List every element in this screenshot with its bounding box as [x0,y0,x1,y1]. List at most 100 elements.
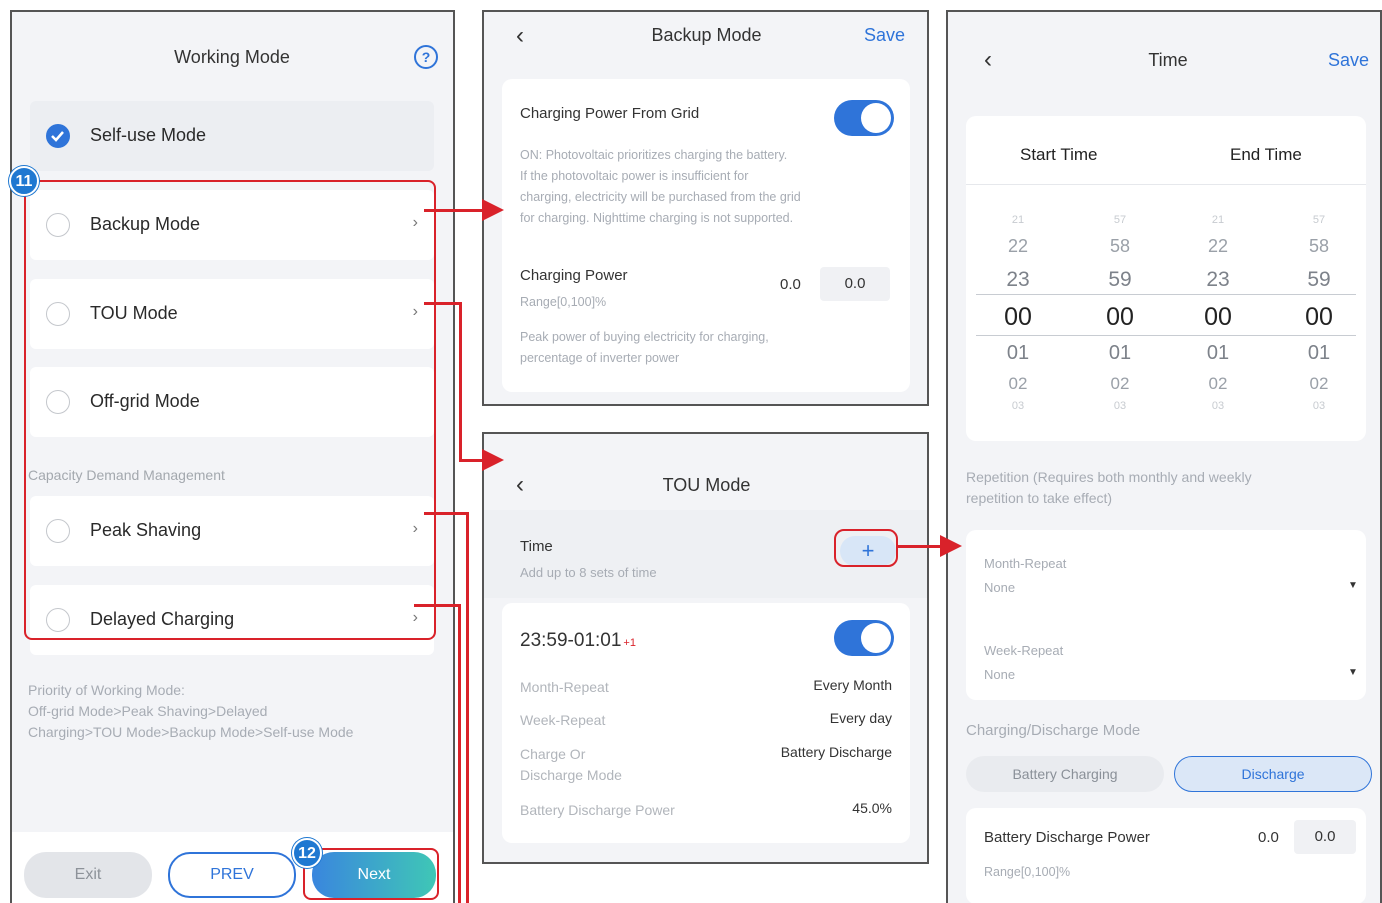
next-highlight-box [303,848,439,900]
working-mode-title: Working Mode [174,47,290,67]
wheel-end-minute[interactable]: 57 58 59 00 01 02 03 [1279,208,1359,418]
connector-line [414,604,461,607]
wheel-value: 02 [1110,374,1130,393]
discharge-power-label: Battery Discharge Power [984,829,1150,846]
wheel-value: 00 [1204,303,1232,331]
description-line: percentage of inverter power [520,351,680,365]
mode-label: Self-use Mode [90,125,207,145]
end-time-label: End Time [1230,145,1302,164]
connector-line [424,512,469,515]
caret-down-icon: ▼ [1348,580,1358,591]
wheel-value: 22 [1007,236,1029,256]
wheel-value: 59 [1307,268,1331,291]
grid-charging-toggle[interactable] [834,100,894,136]
charging-power-range: Range[0,100]% [520,295,607,309]
save-button[interactable]: Save [864,25,905,46]
prev-button[interactable]: PREV [168,852,296,898]
wheel-value: 23 [1206,268,1230,291]
add-button-highlight-box [834,529,898,567]
discharge-option[interactable]: Discharge [1174,756,1372,792]
connector-line [898,545,942,548]
priority-line: Charging>TOU Mode>Backup Mode>Self-use M… [28,724,354,740]
arrowhead-icon [482,199,504,221]
priority-line: Priority of Working Mode: [28,682,185,698]
wheel-value: 02 [1208,374,1228,393]
arrowhead-icon [482,449,504,471]
month-repeat-value: None [984,580,1016,595]
battery-charging-option[interactable]: Battery Charging [966,756,1164,792]
charge-mode-label-line1: Charge Or [520,746,586,762]
repeat-card: Month-Repeat None ▼ Week-Repeat None ▼ [966,530,1366,700]
description-line: for charging. Nighttime charging is not … [520,211,794,225]
start-time-label: Start Time [1020,145,1098,164]
time-hint: Add up to 8 sets of time [520,565,657,580]
save-button[interactable]: Save [1328,50,1369,71]
discharge-power-value: 0.0 [1258,829,1279,846]
repetition-text: Repetition (Requires both monthly and we… [966,467,1366,509]
grid-charging-description: ON: Photovoltaic prioritizes charging th… [520,145,900,229]
wheel-value: 03 [1113,400,1127,412]
month-repeat-value: Every Month [813,677,892,693]
wheel-value: 01 [1206,342,1230,364]
wheel-value: 03 [1312,400,1326,412]
entry-time-text: 23:59-01:01 [520,630,622,651]
repetition-line: repetition to take effect) [966,490,1113,506]
priority-text: Priority of Working Mode: Off-grid Mode>… [28,680,448,743]
wheel-value: 57 [1113,214,1127,226]
week-repeat-value: None [984,667,1016,682]
wheel-value: 03 [1011,400,1025,412]
discharge-power-label: Battery Discharge Power [520,802,675,818]
week-repeat-select[interactable]: Week-Repeat None ▼ [966,615,1366,700]
wheel-value: 59 [1108,268,1132,291]
tou-entry-card: 23:59-01:01 +1 Month-Repeat Every Month W… [502,603,910,843]
exit-button[interactable]: Exit [24,852,152,898]
wheel-value: 23 [1006,268,1030,291]
connector-line [424,209,486,212]
wheel-value: 02 [1309,374,1329,393]
wheel-end-hour[interactable]: 21 22 23 00 01 02 03 [1178,208,1258,418]
modes-highlight-box [24,180,436,640]
backup-mode-panel: ‹ Backup Mode Save Charging Power From G… [482,10,929,406]
wheel-value: 58 [1109,236,1131,256]
repetition-line: Repetition (Requires both monthly and we… [966,469,1252,485]
wheel-value: 01 [1307,342,1331,364]
month-repeat-select[interactable]: Month-Repeat None ▼ [966,530,1366,615]
wheel-value: 21 [1211,214,1225,226]
time-panel: ‹ Time Save Start Time End Time 21 22 23… [946,10,1382,903]
wheel-value: 00 [1305,303,1333,331]
tou-entry-toggle[interactable] [834,620,894,656]
check-icon [46,124,70,148]
arrowhead-icon [940,535,962,557]
description-line: If the photovoltaic power is insufficien… [520,169,749,183]
discharge-power-input[interactable]: 0.0 [1294,820,1356,854]
charging-power-value: 0.0 [780,276,801,293]
wheel-value: 58 [1308,236,1330,256]
connector-line [466,512,469,903]
time-title: Time [1148,50,1188,70]
charging-power-input[interactable]: 0.0 [820,267,890,301]
backup-mode-title: Backup Mode [651,25,762,45]
charge-mode-label-line2: Discharge Mode [520,767,622,783]
wheel-value: 22 [1207,236,1229,256]
time-label: Time [520,538,553,555]
description-line: Peak power of buying electricity for cha… [520,330,769,344]
wheel-start-minute[interactable]: 57 58 59 00 01 02 03 [1080,208,1160,418]
grid-charging-label: Charging Power From Grid [520,105,700,122]
mode-row-self-use[interactable]: Self-use Mode [30,101,434,171]
wheel-value: 00 [1004,303,1032,331]
peak-power-description: Peak power of buying electricity for cha… [520,327,900,369]
question-circle-icon[interactable]: ? [414,45,438,69]
wheel-value: 21 [1011,214,1025,226]
header-divider [966,184,1366,185]
wheel-value: 02 [1008,374,1028,393]
wheel-value: 01 [1108,342,1132,364]
wheel-start-hour[interactable]: 21 22 23 00 01 02 03 [978,208,1058,418]
discharge-power-range: Range[0,100]% [984,865,1071,879]
description-line: charging, electricity will be purchased … [520,190,801,204]
connector-line [458,604,461,903]
wheel-value: 03 [1211,400,1225,412]
tou-mode-title: TOU Mode [662,475,751,495]
connector-line [424,302,462,305]
week-repeat-label: Week-Repeat [984,643,1064,658]
tou-entry-time: 23:59-01:01 +1 [520,630,636,652]
